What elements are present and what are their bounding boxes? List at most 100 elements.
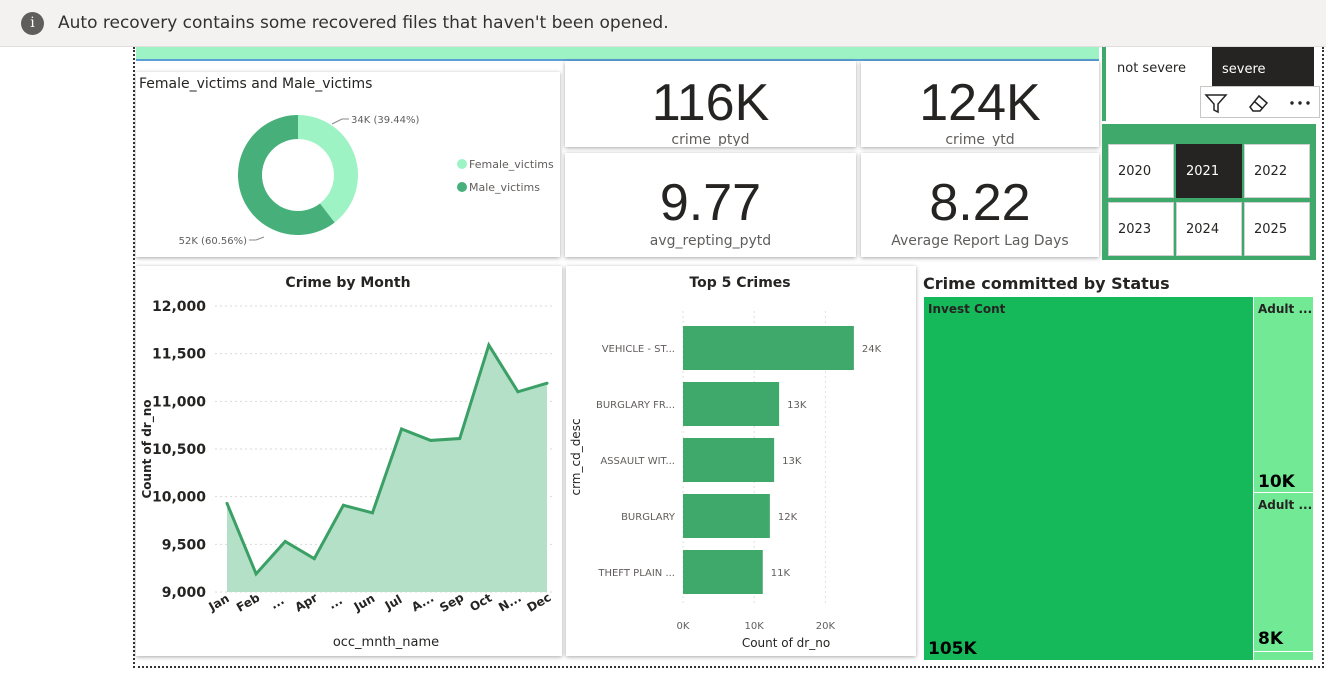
kpi-crime-ptyd-label: crime_ptyd — [671, 132, 750, 146]
y-category-label: ASSAULT WIT... — [600, 456, 675, 467]
x-tick-label: N... — [496, 591, 524, 615]
eraser-icon[interactable] — [1245, 90, 1271, 116]
bar-1 — [683, 326, 854, 370]
bar-data-label: 13K — [787, 400, 807, 411]
data-point-sep — [458, 437, 462, 441]
bar-data-label: 24K — [862, 344, 882, 355]
data-point-oct — [487, 343, 491, 347]
data-point-jul — [400, 427, 404, 431]
donut-slice-female-victims — [298, 115, 358, 223]
notice-text: Auto recovery contains some recovered fi… — [58, 13, 669, 33]
x-tick-label: Apr — [292, 590, 320, 614]
bar-3 — [683, 438, 775, 482]
x-tick-label: 0K — [677, 621, 690, 632]
bar-data-label: 13K — [782, 456, 802, 467]
treemap-tile-adult-2[interactable]: Adult ... 8K — [1254, 493, 1313, 651]
legend-marker-female-victims — [457, 159, 467, 169]
x-tick-label: 10K — [745, 621, 765, 632]
x-tick-label: Sep — [437, 590, 466, 615]
line-chart-title: Crime by Month — [285, 275, 410, 291]
y-tick-label: 11,500 — [152, 347, 206, 363]
more-options-icon[interactable] — [1287, 90, 1313, 116]
legend-label: Male_victims — [469, 181, 540, 194]
kpi-avg-report-lag-label: Average Report Lag Days — [891, 233, 1069, 249]
kpi-avg-repting-pytd-label: avg_repting_pytd — [649, 233, 772, 249]
donut-chart[interactable]: 34K (39.44%) 52K (60.56%) Female_victims Ma… — [136, 72, 560, 257]
x-axis-title: Count of dr_no — [742, 636, 830, 650]
treemap-tile-adult-1[interactable]: Adult ... 10K — [1254, 297, 1313, 492]
bar-4 — [683, 494, 770, 538]
slicer-frame — [1102, 47, 1106, 121]
x-axis-title: occ_mnth_name — [333, 635, 439, 650]
legend-marker-male-victims — [457, 182, 467, 192]
year-option-2020[interactable]: 2020 — [1108, 144, 1174, 198]
crime-status-card[interactable]: Crime committed by Status Invest Cont 10… — [921, 270, 1318, 663]
y-category-label: VEHICLE - ST... — [602, 344, 675, 355]
treemap-tile-label: Invest Cont — [928, 302, 1006, 316]
x-tick-label: Oct — [467, 591, 494, 615]
kpi-avg-report-lag-card[interactable]: 8.22 Average Report Lag Days — [861, 153, 1099, 257]
kpi-crime-ytd-label: crime_ytd — [945, 132, 1015, 146]
crime-by-month-chart[interactable]: Crime by Month 12,000 11,500 11,000 10,500 10… — [136, 266, 562, 656]
victims-donut-card[interactable]: Female_victims and Male_victims 34K (39.… — [136, 72, 560, 257]
legend-label: Female_victims — [469, 158, 554, 171]
x-tick-label: Feb — [234, 590, 263, 615]
treemap-tile-label: Adult ... — [1258, 498, 1313, 512]
treemap-title: Crime committed by Status — [923, 274, 1170, 293]
severity-option-not-severe[interactable]: not severe — [1108, 47, 1210, 93]
y-axis-title: crm_cd_desc — [569, 418, 583, 495]
data-point-mar — [283, 539, 287, 543]
data-point-jun — [370, 511, 374, 515]
year-option-2025[interactable]: 2025 — [1244, 202, 1310, 256]
top-5-crimes-chart[interactable]: Top 5 Crimes 0K 10K 20K 24K VEHICLE - ST... 13… — [566, 266, 916, 656]
y-tick-label: 9,000 — [162, 585, 207, 601]
bar-5 — [683, 550, 763, 594]
year-option-2022[interactable]: 2022 — [1244, 144, 1310, 198]
data-point-feb — [254, 572, 258, 576]
y-tick-label: 11,000 — [152, 394, 206, 410]
y-tick-label: 10,500 — [152, 442, 206, 458]
x-tick-label: 20K — [816, 621, 836, 632]
donut-leader-line — [249, 236, 265, 241]
data-point-may — [341, 503, 345, 507]
kpi-crime-ptyd-value: 116K — [651, 74, 770, 132]
x-tick-label: Jan — [205, 591, 231, 614]
treemap-tile-small[interactable] — [1254, 652, 1313, 660]
treemap-tile-value: 105K — [928, 639, 977, 659]
crime-by-month-card[interactable]: Crime by Month 12,000 11,500 11,000 10,500 10… — [136, 266, 562, 656]
kpi-avg-repting-pytd-card[interactable]: 9.77 avg_repting_pytd — [565, 153, 856, 257]
kpi-crime-ytd-card[interactable]: 124K crime_ytd — [861, 61, 1099, 147]
y-category-label: BURGLARY — [621, 512, 676, 523]
y-category-label: BURGLARY FR... — [596, 400, 675, 411]
x-tick-label: Jun — [351, 591, 378, 614]
report-title-banner — [136, 47, 1099, 61]
y-tick-label: 9,500 — [162, 537, 207, 553]
treemap-tile-invest-cont[interactable]: Invest Cont 105K — [924, 297, 1253, 660]
data-point-dec — [545, 381, 549, 385]
info-icon: i — [21, 12, 44, 35]
top-5-crimes-card[interactable]: Top 5 Crimes 0K 10K 20K 24K VEHICLE - ST... 13… — [566, 266, 916, 656]
y-axis-title: Count of dr_no — [140, 400, 155, 499]
year-option-2021[interactable]: 2021 — [1176, 144, 1242, 198]
filter-icon[interactable] — [1203, 90, 1229, 116]
donut-leader-line — [331, 118, 349, 125]
visual-header — [1200, 86, 1320, 118]
bar-chart-title: Top 5 Crimes — [689, 275, 790, 291]
year-slicer[interactable]: 2020 2021 2022 2023 2024 2025 — [1102, 124, 1316, 260]
x-tick-label: Dec — [525, 590, 554, 615]
bar-data-label: 11K — [771, 568, 791, 579]
y-category-label: THEFT PLAIN ... — [597, 568, 675, 579]
kpi-avg-report-lag-value: 8.22 — [929, 174, 1031, 232]
data-point-nov — [516, 390, 520, 394]
y-tick-label: 10,000 — [152, 490, 206, 506]
kpi-crime-ytd-value: 124K — [919, 74, 1041, 132]
data-point-apr — [312, 557, 316, 561]
bar-data-label: 12K — [778, 512, 798, 523]
kpi-crime-ptyd-card[interactable]: 116K crime_ptyd — [565, 61, 856, 147]
treemap-tile-value: 8K — [1258, 629, 1284, 649]
kpi-avg-repting-pytd-value: 9.77 — [659, 174, 762, 232]
year-option-2024[interactable]: 2024 — [1176, 202, 1242, 256]
x-tick-label: Jul — [382, 592, 405, 613]
treemap-tile-label: Adult ... — [1258, 302, 1313, 316]
year-option-2023[interactable]: 2023 — [1108, 202, 1174, 256]
